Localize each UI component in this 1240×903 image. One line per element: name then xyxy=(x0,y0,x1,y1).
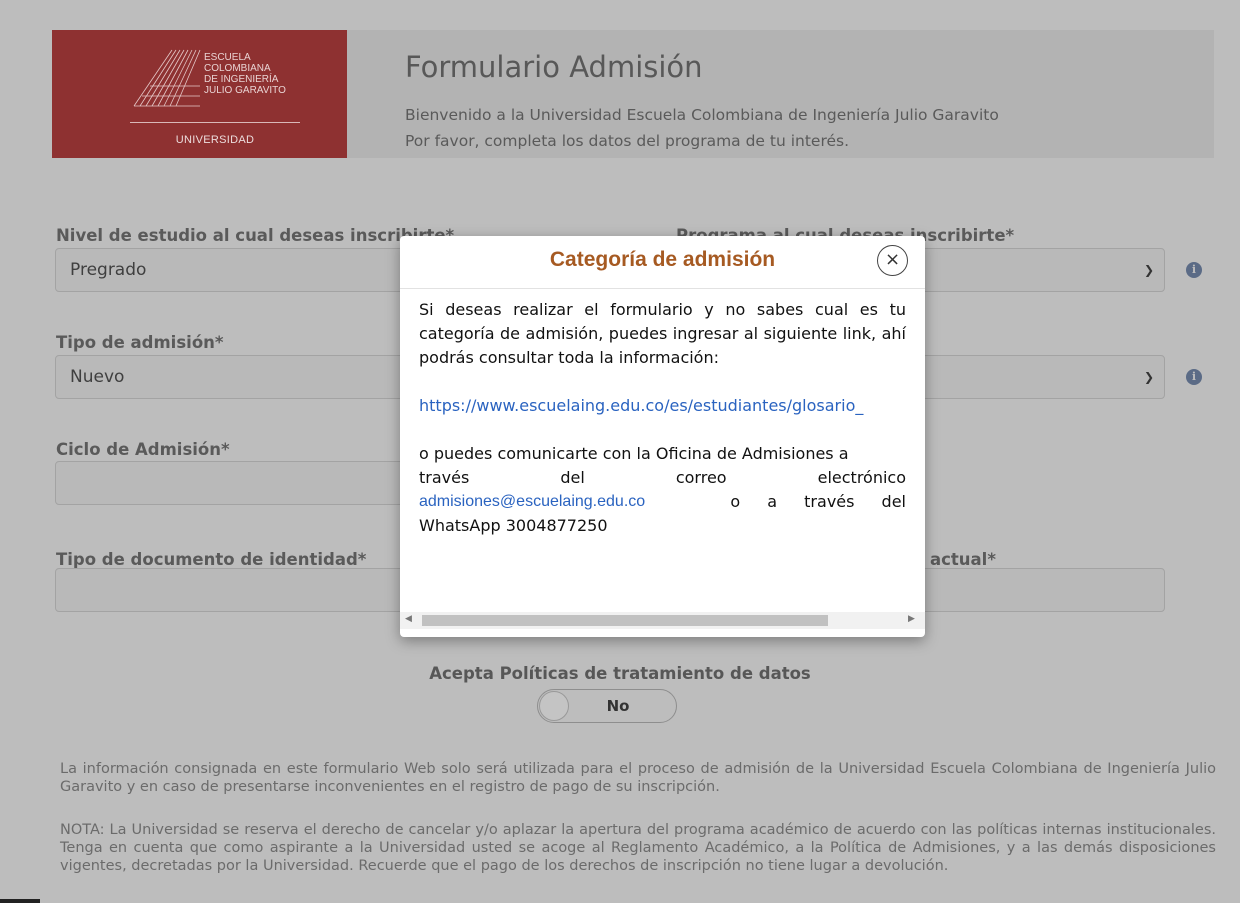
glossary-link[interactable]: https://www.escuelaing.edu.co/es/estudia… xyxy=(419,396,863,415)
contact-line-1: o puedes comunicarte con la Oficina de A… xyxy=(419,444,849,463)
university-logo: ESCUELA COLOMBIANA DE INGENIERÍA JULIO G… xyxy=(52,30,347,158)
logo-line-3: DE INGENIERÍA xyxy=(204,74,279,85)
page-header: ESCUELA COLOMBIANA DE INGENIERÍA JULIO G… xyxy=(52,30,1214,158)
taskbar-edge xyxy=(0,899,40,903)
admisiones-email-link[interactable]: admisiones@escuelaing.edu.co xyxy=(419,490,645,514)
close-icon[interactable]: × xyxy=(877,245,908,276)
contact-line-3: admisiones@escuelaing.edu.co o a través … xyxy=(419,490,906,514)
modal-body: Si deseas realizar el formulario y no sa… xyxy=(419,298,906,538)
modal-header: Categoría de admisión × xyxy=(400,236,925,289)
disclaimer-text: La información consignada en este formul… xyxy=(60,761,1216,795)
admission-category-modal: Categoría de admisión × Si deseas realiz… xyxy=(400,236,925,637)
page-title: Formulario Admisión xyxy=(405,50,703,84)
logo-line-1: ESCUELA xyxy=(204,52,251,63)
consent-label: Acepta Políticas de tratamiento de datos xyxy=(429,664,811,683)
horizontal-scrollbar[interactable]: ◀ ▶ xyxy=(400,612,925,629)
contact-line-2: través del correo electrónico xyxy=(419,468,906,487)
subtitle-line-2: Por favor, completa los datos del progra… xyxy=(405,132,850,150)
modal-link-para: https://www.escuelaing.edu.co/es/estudia… xyxy=(419,394,906,418)
contact-line-4: WhatsApp 3004877250 xyxy=(419,516,608,535)
nivel-value: Pregrado xyxy=(70,260,147,280)
ciclo-label: Ciclo de Admisión* xyxy=(56,440,230,459)
scroll-left-icon[interactable]: ◀ xyxy=(405,614,412,624)
modal-intro: Si deseas realizar el formulario y no sa… xyxy=(419,300,906,367)
admission-page: ESCUELA COLOMBIANA DE INGENIERÍA JULIO G… xyxy=(0,0,1240,903)
logo-universidad: UNIVERSIDAD xyxy=(175,134,255,146)
actual-label: actual* xyxy=(930,550,996,569)
tipo-admision-value: Nuevo xyxy=(70,367,125,387)
toggle-value: No xyxy=(606,697,630,715)
chevron-down-icon: ❯ xyxy=(1143,263,1154,277)
chevron-down-icon: ❯ xyxy=(1143,370,1154,384)
info-icon[interactable]: i xyxy=(1186,262,1202,278)
contact-line-3-tail: o a través del xyxy=(730,492,906,511)
logo-divider xyxy=(130,122,300,123)
subtitle-line-1: Bienvenido a la Universidad Escuela Colo… xyxy=(405,106,999,124)
tipo-admision-select[interactable]: Nuevo xyxy=(55,355,435,399)
consent-toggle[interactable]: No xyxy=(537,689,677,723)
page-subtitle: Bienvenido a la Universidad Escuela Colo… xyxy=(405,102,999,154)
nota-text: NOTA: La Universidad se reserva el derec… xyxy=(60,822,1216,874)
logo-mark xyxy=(133,49,201,107)
logo-wordmark: ESCUELA COLOMBIANA DE INGENIERÍA JULIO G… xyxy=(204,52,286,96)
tipo-documento-select[interactable] xyxy=(55,568,435,612)
logo-line-2: COLOMBIANA xyxy=(204,63,271,74)
modal-title: Categoría de admisión xyxy=(549,248,776,271)
info-icon[interactable]: i xyxy=(1186,369,1202,385)
ciclo-select[interactable] xyxy=(55,461,435,505)
nivel-label: Nivel de estudio al cual deseas inscribi… xyxy=(56,226,455,245)
scroll-right-icon[interactable]: ▶ xyxy=(908,614,915,624)
tipo-documento-label: Tipo de documento de identidad* xyxy=(56,550,367,569)
logo-line-4: JULIO GARAVITO xyxy=(204,85,286,96)
tipo-admision-label: Tipo de admisión* xyxy=(56,333,224,352)
nivel-select[interactable]: Pregrado xyxy=(55,248,435,292)
scroll-thumb[interactable] xyxy=(422,615,828,626)
modal-contact: o puedes comunicarte con la Oficina de A… xyxy=(419,442,906,538)
